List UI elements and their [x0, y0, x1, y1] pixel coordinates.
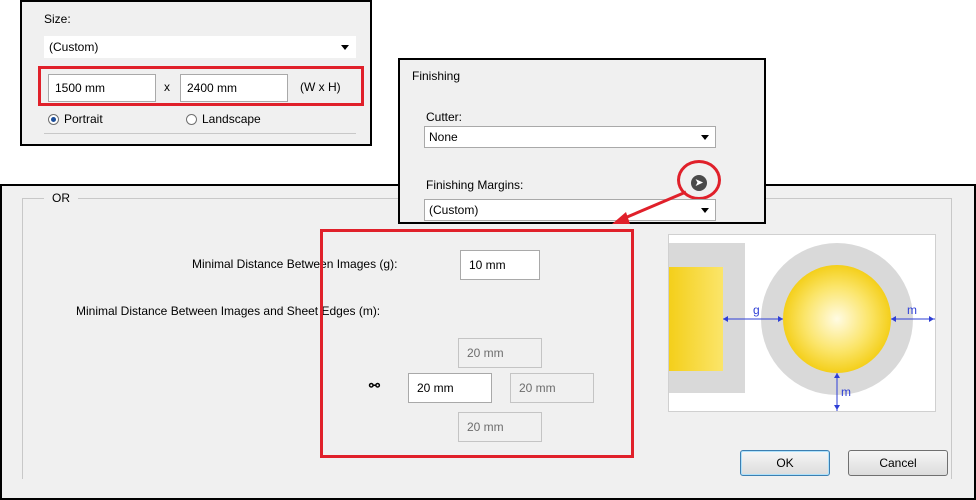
- size-panel: Size: (Custom) 1500 mm x 2400 mm (W x H)…: [20, 0, 372, 146]
- cutter-select-value: None: [429, 130, 458, 144]
- chevron-down-icon: [701, 208, 709, 213]
- cutter-select[interactable]: None: [424, 126, 716, 148]
- margins-select-value: (Custom): [429, 203, 479, 217]
- size-select[interactable]: (Custom): [44, 36, 356, 58]
- ok-button[interactable]: OK: [740, 450, 830, 476]
- size-divider: [44, 133, 356, 134]
- portrait-label: Portrait: [64, 112, 103, 126]
- group-title: OR: [44, 191, 78, 205]
- spacing-diagram-svg: [669, 243, 935, 411]
- chevron-down-icon: [341, 45, 349, 50]
- size-select-value: (Custom): [49, 40, 99, 54]
- diagram-label-g: g: [753, 303, 760, 317]
- landscape-label: Landscape: [202, 112, 261, 126]
- diagram-label-m-right: m: [907, 303, 917, 317]
- circle-image: [783, 265, 891, 373]
- cutter-label: Cutter:: [426, 110, 463, 124]
- pointer-arrow: [612, 190, 687, 224]
- left-image: [669, 267, 723, 371]
- finishing-panel: Finishing Cutter: None Finishing Margins…: [398, 58, 766, 224]
- landscape-radio[interactable]: [186, 114, 197, 125]
- cancel-button[interactable]: Cancel: [848, 450, 948, 476]
- portrait-radio[interactable]: [48, 114, 59, 125]
- size-title: Size:: [44, 12, 71, 26]
- size-highlight-box: [38, 66, 364, 106]
- finishing-title: Finishing: [412, 69, 461, 83]
- margins-label: Finishing Margins:: [426, 178, 524, 192]
- margins-highlight-box: [320, 229, 634, 458]
- spacing-diagram: g m m: [668, 234, 936, 412]
- diagram-label-m-bottom: m: [841, 385, 851, 399]
- chevron-down-icon: [701, 135, 709, 140]
